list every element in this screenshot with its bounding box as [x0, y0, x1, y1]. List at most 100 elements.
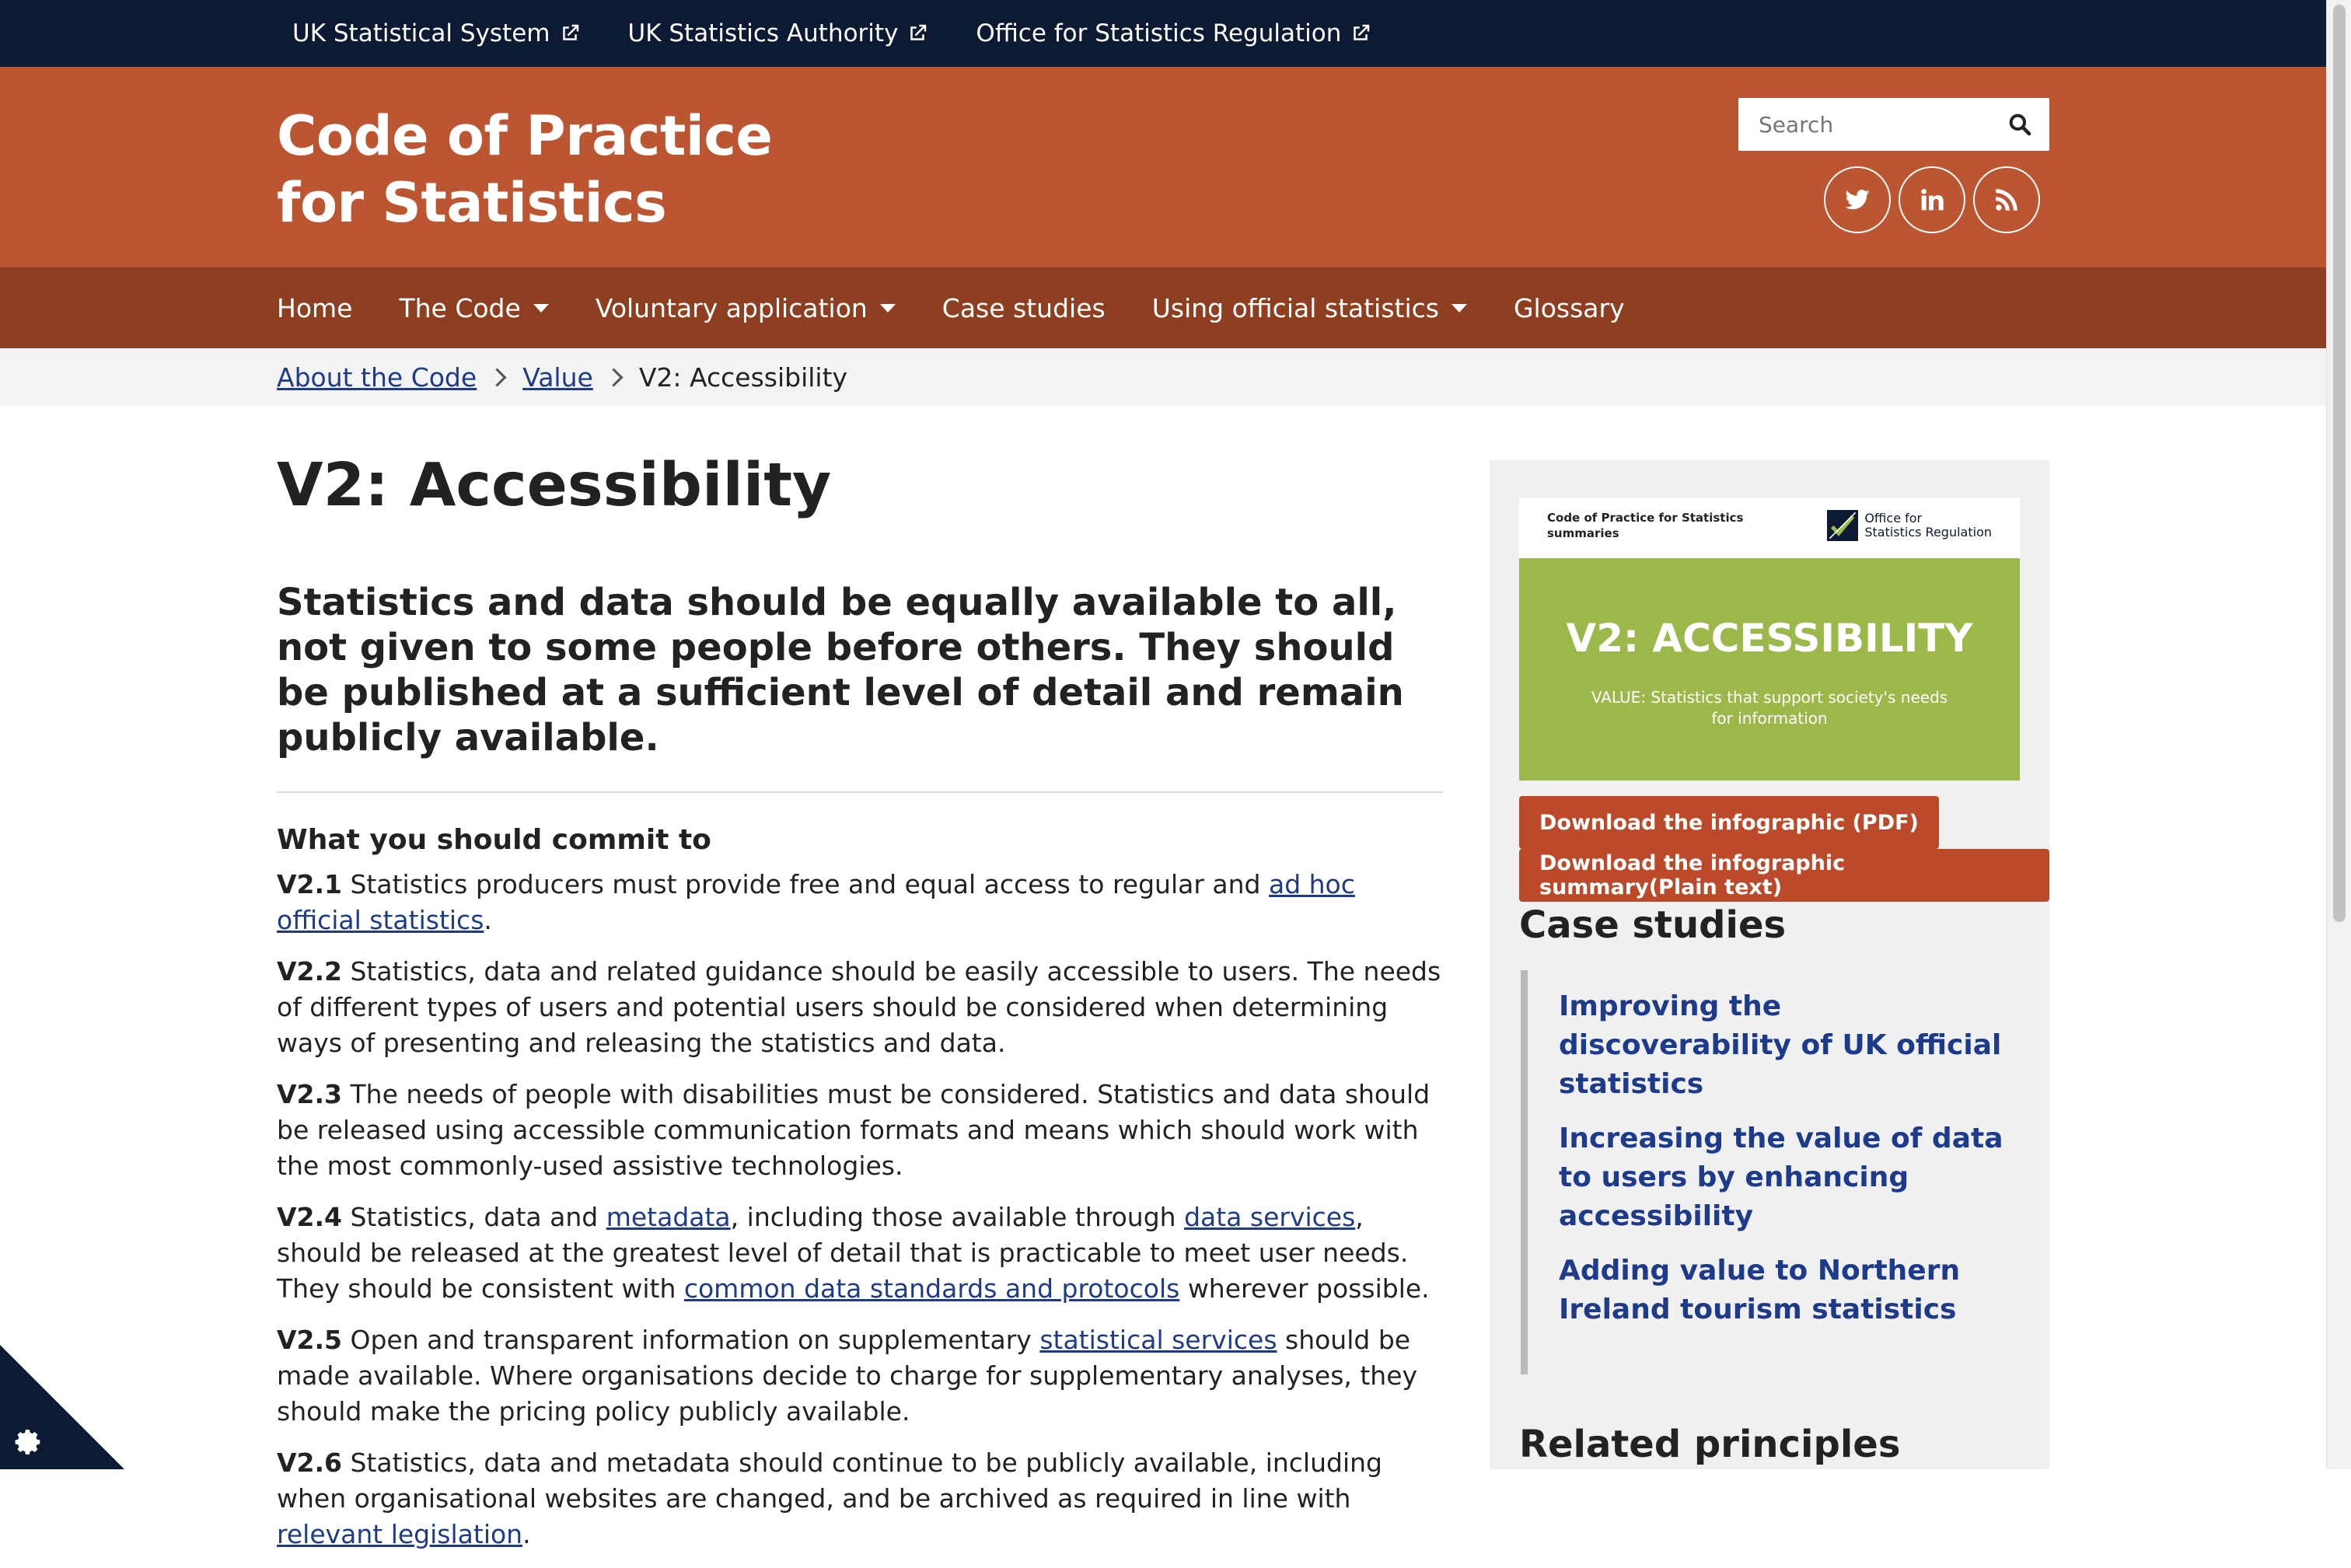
case-study-link-discoverability[interactable]: Improving the discoverability of UK offi…: [1559, 987, 2010, 1104]
nav-item-label: Glossary: [1513, 292, 1625, 323]
practice-number: V2.4: [277, 1202, 342, 1232]
practice-number: V2.2: [277, 956, 342, 987]
practice-text: .: [522, 1519, 531, 1549]
rss-button[interactable]: [1973, 166, 2040, 233]
breadcrumb-link-value[interactable]: Value: [522, 362, 593, 393]
main-content: V2: Accessibility Statistics and data sh…: [277, 435, 1443, 1568]
practice-text: , including those available through: [730, 1202, 1185, 1232]
infographic-card: Code of Practice for Statistics summarie…: [1519, 498, 2020, 781]
twitter-button[interactable]: [1824, 166, 1891, 233]
practice-v2-3: V2.3 The needs of people with disabiliti…: [277, 1077, 1443, 1184]
nav-item-label: Home: [277, 292, 353, 323]
osr-logo-line1: Office for: [1864, 511, 1923, 526]
page-title: V2: Accessibility: [277, 451, 832, 520]
link-statistical-services[interactable]: statistical services: [1039, 1325, 1277, 1355]
utility-link-label: UK Statistical System: [292, 19, 550, 47]
rss-icon: [1996, 189, 2017, 211]
nav-item-label: Using official statistics: [1151, 292, 1439, 323]
breadcrumb: About the Code Value V2: Accessibility: [277, 348, 847, 406]
nav-item-label: The Code: [399, 292, 521, 323]
site-title-line1: Code of Practice: [277, 104, 773, 168]
search-box: [1738, 98, 2049, 151]
practice-v2-6: V2.6 Statistics, data and metadata shoul…: [277, 1445, 1443, 1552]
osr-logo-icon: [1827, 510, 1859, 541]
link-relevant-legislation[interactable]: relevant legislation: [277, 1519, 522, 1549]
linkedin-icon: [1921, 189, 1944, 211]
related-principles-heading: Related principles: [1519, 1423, 1901, 1466]
scrollbar-thumb[interactable]: [2333, 5, 2346, 922]
sidebar: Code of Practice for Statistics summarie…: [1490, 460, 2049, 1469]
site-title-line2: for Statistics: [277, 171, 667, 235]
practice-text: wherever possible.: [1179, 1273, 1430, 1304]
breadcrumb-current: V2: Accessibility: [638, 361, 848, 393]
practice-v2-4: V2.4 Statistics, data and metadata, incl…: [277, 1200, 1443, 1307]
infographic-body: V2: ACCESSIBILITY VALUE: Statistics that…: [1519, 558, 2020, 781]
infographic-subtitle: VALUE: Statistics that support society's…: [1591, 688, 1948, 728]
social-links: [1824, 166, 2040, 233]
practice-text: Statistics producers must provide free a…: [342, 869, 1269, 899]
utility-link-osr[interactable]: Office for Statistics Regulation: [976, 19, 1372, 47]
practice-v2-1: V2.1 Statistics producers must provide f…: [277, 867, 1443, 938]
linkedin-button[interactable]: [1899, 166, 1965, 233]
link-common-data-standards[interactable]: common data standards and protocols: [684, 1273, 1179, 1304]
practice-number: V2.6: [277, 1448, 342, 1478]
site-title-link[interactable]: Code of Practice for Statistics: [277, 103, 773, 236]
commit-heading: What you should commit to: [277, 824, 711, 856]
nav-item-using-official-statistics[interactable]: Using official statistics: [1152, 293, 1467, 323]
practice-text: Statistics, data and: [342, 1202, 606, 1232]
nav-item-label: Case studies: [941, 292, 1106, 323]
utility-bar: UK Statistical System UK Statistics Auth…: [0, 0, 2326, 67]
site-header: Code of Practice for Statistics: [0, 67, 2326, 267]
practice-number: V2.1: [277, 869, 342, 899]
practice-v2-2: V2.2 Statistics, data and related guidan…: [277, 954, 1443, 1061]
external-link-icon: [910, 24, 927, 40]
utility-link-label: Office for Statistics Regulation: [976, 19, 1342, 47]
search-icon[interactable]: [2007, 112, 2032, 137]
caret-down-icon: [1451, 303, 1467, 313]
osr-logo-line2: Statistics Regulation: [1864, 525, 1992, 540]
nav-item-label: Voluntary application: [595, 292, 868, 323]
download-infographic-pdf-button[interactable]: Download the infographic (PDF): [1519, 796, 1939, 849]
utility-link-label: UK Statistics Authority: [627, 19, 899, 47]
link-metadata[interactable]: metadata: [606, 1202, 731, 1232]
chevron-right-icon: [604, 367, 624, 387]
practice-text: Statistics, data and metadata should con…: [277, 1448, 1382, 1514]
breadcrumb-bar: About the Code Value V2: Accessibility: [0, 348, 2326, 406]
case-studies-heading: Case studies: [1519, 903, 1787, 947]
osr-logo: Office for Statistics Regulation: [1827, 510, 1992, 541]
utility-link-uk-statistics-authority[interactable]: UK Statistics Authority: [628, 19, 930, 47]
practice-text: Statistics, data and related guidance sh…: [277, 956, 1441, 1058]
nav-item-home[interactable]: Home: [277, 293, 352, 323]
practice-v2-5: V2.5 Open and transparent information on…: [277, 1322, 1443, 1430]
chevron-right-icon: [487, 367, 507, 387]
divider: [277, 791, 1443, 793]
nav-item-glossary[interactable]: Glossary: [1514, 293, 1625, 323]
case-study-link-accessibility[interactable]: Increasing the value of data to users by…: [1559, 1119, 2010, 1236]
breadcrumb-link-about[interactable]: About the Code: [277, 362, 477, 393]
page-scrollbar[interactable]: [2326, 0, 2351, 1469]
gear-icon: [15, 1430, 40, 1455]
case-study-link-ni-tourism[interactable]: Adding value to Northern Ireland tourism…: [1559, 1252, 2010, 1329]
main-nav: Home The Code Voluntary application Case…: [0, 267, 2326, 348]
utility-link-uk-statistical-system[interactable]: UK Statistical System: [292, 19, 582, 47]
practice-text: Open and transparent information on supp…: [342, 1325, 1040, 1355]
download-infographic-text-button[interactable]: Download the infographic summary(Plain t…: [1519, 849, 2049, 902]
cookie-settings-button[interactable]: [0, 1345, 124, 1469]
caret-down-icon: [533, 303, 549, 313]
practice-text-end: .: [484, 905, 492, 935]
external-link-icon: [562, 24, 578, 40]
infographic-series-label: Code of Practice for Statistics summarie…: [1547, 511, 1744, 540]
practice-number: V2.5: [277, 1325, 342, 1355]
case-studies-list: Improving the discoverability of UK offi…: [1521, 970, 2010, 1374]
practice-number: V2.3: [277, 1079, 342, 1109]
link-data-services[interactable]: data services: [1184, 1202, 1355, 1232]
external-link-icon: [1354, 24, 1370, 40]
infographic-header: Code of Practice for Statistics summarie…: [1519, 498, 2020, 558]
nav-item-the-code[interactable]: The Code: [399, 292, 549, 323]
nav-item-case-studies[interactable]: Case studies: [942, 293, 1106, 323]
twitter-icon: [1845, 190, 1870, 210]
caret-down-icon: [879, 303, 896, 313]
nav-item-voluntary-application[interactable]: Voluntary application: [596, 293, 896, 323]
practice-text: The needs of people with disabilities mu…: [277, 1079, 1431, 1181]
search-input[interactable]: [1738, 110, 1993, 138]
